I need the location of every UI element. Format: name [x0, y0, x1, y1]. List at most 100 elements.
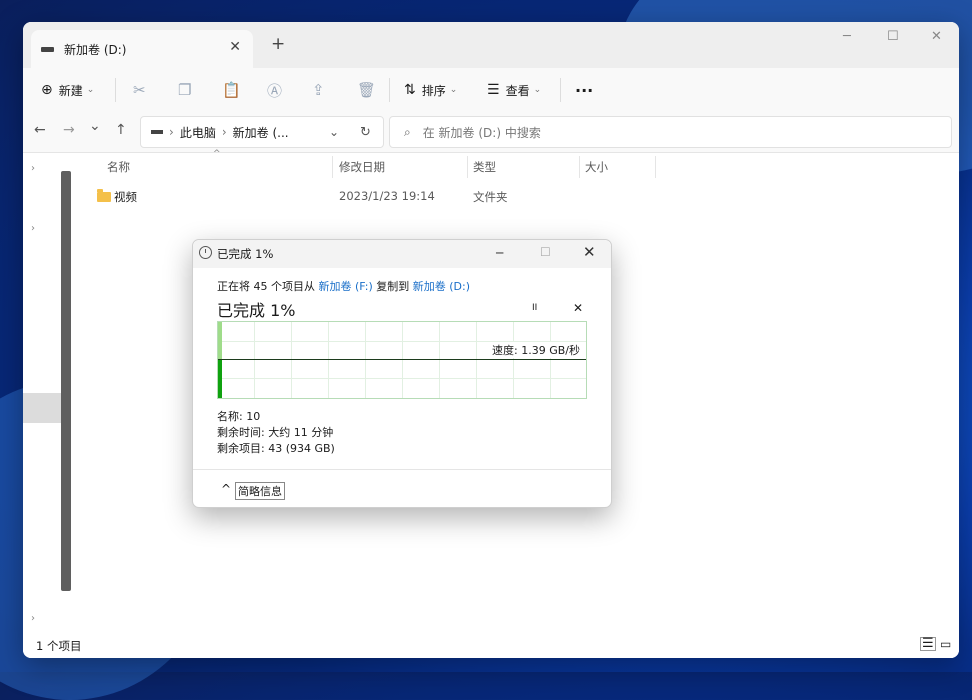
tab-title: 新加卷 (D:) — [64, 42, 127, 57]
dialog-maximize-button[interactable]: ☐ — [540, 245, 551, 259]
scissors-icon: ✂ — [133, 81, 146, 99]
dialog-title-bar: 已完成 1% ─ ☐ ✕ — [193, 240, 611, 268]
dialog-close-button[interactable]: ✕ — [583, 243, 596, 261]
grid-line — [513, 322, 514, 398]
column-header-size[interactable]: 大小 — [585, 159, 608, 175]
fewer-details-button[interactable]: 简略信息 — [235, 482, 285, 500]
rename-button[interactable]: Ⓐ — [267, 68, 282, 112]
grid-line — [550, 322, 551, 398]
speed-line — [218, 359, 586, 360]
sidebar-selected-item[interactable] — [23, 393, 63, 423]
tab-close-icon[interactable]: ✕ — [229, 39, 241, 55]
progress-heading: 已完成 1% — [217, 301, 296, 320]
drive-icon — [151, 130, 163, 134]
view-list-icon: ☰ — [487, 82, 500, 98]
address-bar[interactable]: › 此电脑 › 新加卷 (... ⌄ ↻ — [140, 116, 384, 148]
trash-icon: 🗑 — [357, 81, 377, 99]
column-divider — [655, 156, 656, 178]
share-button[interactable]: ⇪ — [312, 68, 325, 112]
progress-fill — [218, 322, 222, 359]
sort-button[interactable]: ⇅ 排序 ⌄ — [404, 68, 457, 112]
time-remaining: 剩余时间: 大约 11 分钟 — [217, 426, 334, 439]
refresh-button[interactable]: ↻ — [360, 125, 371, 140]
toolbar-divider — [115, 78, 116, 102]
copy-description: 正在将 45 个项目从 新加卷 (F:) 复制到 新加卷 (D:) — [217, 278, 470, 294]
cut-button[interactable]: ✂ — [133, 68, 146, 112]
details-view-icon[interactable]: ☰ — [920, 637, 936, 651]
source-link[interactable]: 新加卷 (F:) — [319, 280, 373, 293]
up-button[interactable]: ↑ — [115, 122, 127, 138]
breadcrumb-this-pc[interactable]: 此电脑 — [180, 124, 216, 141]
speed-fill — [218, 360, 222, 398]
toolbar-divider — [560, 78, 561, 102]
expand-chevron-icon[interactable]: › — [31, 613, 35, 624]
file-type: 文件夹 — [473, 190, 508, 204]
grid-line — [402, 322, 403, 398]
search-icon: ⌕ — [404, 124, 411, 139]
forward-button[interactable]: → — [63, 122, 75, 138]
back-button[interactable]: ← — [34, 122, 46, 138]
recent-locations-button[interactable]: ⌄ — [89, 118, 101, 134]
column-divider — [467, 156, 468, 178]
destination-link[interactable]: 新加卷 (D:) — [413, 280, 470, 293]
file-name[interactable]: 视频 — [114, 189, 137, 205]
search-box[interactable]: ⌕ 在 新加卷 (D:) 中搜索 — [389, 116, 952, 148]
view-button[interactable]: ☰ 查看 ⌄ — [487, 68, 541, 112]
sort-icon: ⇅ — [404, 82, 416, 98]
items-remaining: 剩余项目: 43 (934 GB) — [217, 442, 335, 455]
rename-icon: Ⓐ — [267, 81, 283, 100]
new-button[interactable]: ⊕ 新建 ⌄ — [41, 68, 94, 112]
status-bar: 1 个项目 ☰ ▭ — [23, 636, 959, 658]
breadcrumb-drive-d[interactable]: 新加卷 (... — [233, 124, 289, 141]
column-header-name[interactable]: 名称 — [107, 159, 130, 175]
plus-circle-icon: ⊕ — [41, 82, 53, 98]
breadcrumb-separator-icon: › — [221, 125, 227, 139]
copy-icon: ❐ — [178, 81, 192, 99]
tiles-view-icon[interactable]: ▭ — [940, 637, 951, 651]
expand-chevron-icon[interactable]: › — [31, 163, 35, 174]
grid-line — [254, 322, 255, 398]
pause-button[interactable]: II — [532, 303, 537, 313]
minimize-button[interactable]: ─ — [843, 29, 851, 44]
sidebar-scrollbar[interactable] — [61, 171, 71, 591]
chevron-down-icon: ⌄ — [449, 85, 458, 95]
expand-chevron-icon[interactable]: › — [31, 223, 35, 234]
desc-prefix: 正在将 45 个项目从 — [217, 280, 315, 293]
title-bar: 新加卷 (D:) ✕ + ─ ☐ ✕ — [23, 22, 959, 68]
file-modified: 2023/1/23 19:14 — [339, 189, 435, 203]
transfer-speed-graph: 速度: 1.39 GB/秒 — [217, 321, 587, 399]
watermark-logo: ⬡ 小黑盒 — [828, 624, 921, 649]
cancel-copy-button[interactable]: ✕ — [573, 301, 583, 315]
tab-drive-d[interactable]: 新加卷 (D:) ✕ — [31, 30, 253, 68]
collapse-chevron-icon[interactable]: ^ — [221, 482, 231, 496]
toolbar-divider — [389, 78, 390, 102]
desc-mid: 复制到 — [376, 280, 410, 293]
dialog-footer: ^ 简略信息 — [193, 469, 611, 508]
sort-indicator-icon: ^ — [213, 149, 221, 159]
grid-line — [218, 378, 586, 379]
paste-button[interactable]: 📋 — [222, 68, 241, 112]
close-button[interactable]: ✕ — [931, 29, 942, 44]
new-tab-button[interactable]: + — [271, 34, 285, 54]
dialog-minimize-button[interactable]: ─ — [496, 246, 503, 260]
clipboard-icon: 📋 — [222, 81, 241, 99]
column-header-modified[interactable]: 修改日期 — [339, 159, 385, 175]
maximize-button[interactable]: ☐ — [887, 29, 899, 44]
speed-label: 速度: 1.39 GB/秒 — [490, 342, 582, 358]
delete-button[interactable]: 🗑 — [357, 68, 376, 112]
address-row: ← → ⌄ ↑ › 此电脑 › 新加卷 (... ⌄ ↻ ⌕ 在 新加卷 (D:… — [23, 112, 959, 153]
breadcrumb-separator-icon: › — [169, 125, 174, 139]
item-count: 1 个项目 — [36, 639, 82, 653]
address-dropdown-icon[interactable]: ⌄ — [329, 125, 339, 139]
more-options-button[interactable]: ··· — [575, 68, 593, 112]
more-icon: ··· — [575, 80, 594, 100]
column-divider — [579, 156, 580, 178]
column-header-type[interactable]: 类型 — [473, 159, 496, 175]
current-file-name: 名称: 10 — [217, 410, 261, 423]
command-bar: ⊕ 新建 ⌄ ✂ ❐ 📋 Ⓐ ⇪ 🗑 ⇅ 排序 ⌄ ☰ 查看 ⌄ ··· — [23, 68, 959, 112]
column-divider — [332, 156, 333, 178]
grid-line — [476, 322, 477, 398]
copy-button[interactable]: ❐ — [178, 68, 191, 112]
grid-line — [365, 322, 366, 398]
navigation-pane: › › › — [23, 153, 75, 636]
